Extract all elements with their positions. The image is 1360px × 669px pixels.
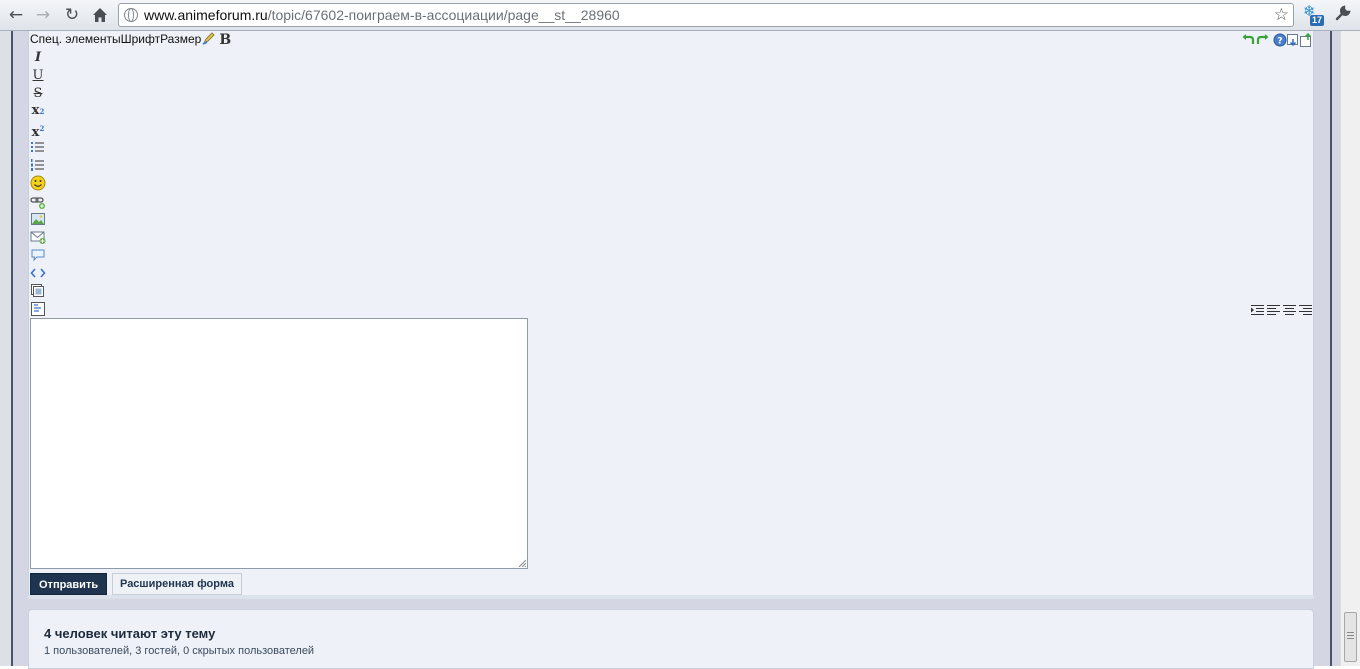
superscript-icon[interactable]: x2 — [30, 121, 46, 140]
reply-editor-panel: Спец. элементыШрифтРазмер B I U S x2 x2 — [28, 31, 1314, 595]
media-icon[interactable] — [30, 301, 46, 317]
indent-icon[interactable] — [1251, 303, 1264, 315]
scrollbar-thumb[interactable] — [1344, 612, 1357, 662]
strikethrough-icon[interactable]: S — [30, 86, 46, 102]
active-readers-summary: 1 пользователей, 3 гостей, 0 скрытых пол… — [44, 645, 315, 657]
emoticon-icon[interactable] — [30, 175, 46, 191]
address-bar[interactable]: www.animeforum.ru/topic/67602-поиграем-в… — [118, 3, 1294, 27]
help-icon[interactable]: ? — [1273, 33, 1287, 47]
quote-icon[interactable] — [30, 247, 46, 263]
shrink-editor-icon[interactable] — [1286, 33, 1300, 47]
expand-editor-icon[interactable] — [1299, 32, 1313, 47]
numbered-list-icon[interactable] — [30, 157, 46, 173]
active-readers-box: 4 человек читают эту тему 1 пользователе… — [28, 609, 1314, 669]
vertical-scrollbar[interactable] — [1340, 31, 1360, 666]
align-center-icon[interactable] — [1283, 303, 1296, 315]
svg-text:?: ? — [1277, 37, 1282, 47]
image-icon[interactable] — [30, 211, 46, 227]
email-icon[interactable] — [30, 229, 46, 245]
align-left-icon[interactable] — [1267, 303, 1280, 315]
page-left-strip — [0, 31, 11, 666]
send-button[interactable]: Отправить — [30, 573, 108, 595]
subscript-icon[interactable]: x2 — [30, 103, 46, 119]
bold-icon[interactable]: B — [219, 32, 231, 48]
bookmark-star-icon[interactable]: ☆ — [1274, 5, 1289, 25]
url-text: www.animeforum.ru/topic/67602-поиграем-в… — [144, 7, 620, 23]
undo-icon[interactable] — [1241, 33, 1255, 47]
size-menu[interactable]: Размер — [160, 31, 201, 47]
home-icon[interactable] — [89, 4, 111, 26]
url-host: www.animeforum.ru — [144, 7, 268, 23]
alignment-toolbar — [1251, 303, 1313, 317]
color-pen-icon[interactable] — [202, 31, 216, 45]
globe-icon — [124, 8, 138, 22]
page-left-border — [11, 31, 13, 666]
bullet-list-icon[interactable] — [30, 139, 46, 155]
resize-grip-icon[interactable] — [518, 559, 526, 567]
page-background: Спец. элементыШрифтРазмер B I U S x2 x2 — [0, 31, 1360, 669]
page-right-border — [1330, 31, 1332, 666]
reload-icon[interactable]: ↻ — [61, 4, 83, 26]
editor-top-row: Спец. элементыШрифтРазмер B — [30, 31, 231, 48]
editor-right-toolbar: ? — [1241, 32, 1313, 49]
redo-icon[interactable] — [1256, 33, 1270, 47]
browser-toolbar: ← → ↻ www.animeforum.ru/topic/67602-поиг… — [0, 0, 1360, 31]
editor-panel-footer — [28, 595, 1314, 599]
italic-icon[interactable]: I — [30, 50, 46, 66]
forward-arrow-icon[interactable]: → — [32, 4, 54, 26]
wrench-icon[interactable] — [1334, 4, 1352, 27]
font-menu[interactable]: Шрифт — [121, 31, 160, 47]
active-readers-title: 4 человек читают эту тему — [44, 626, 216, 641]
back-arrow-icon[interactable]: ← — [5, 4, 27, 26]
spoiler-icon[interactable] — [30, 283, 46, 299]
url-path: /topic/67602-поиграем-в-ассоциации/page_… — [267, 7, 620, 23]
special-elements-menu[interactable]: Спец. элементы — [30, 31, 121, 47]
underline-icon[interactable]: U — [30, 68, 46, 84]
advanced-form-button[interactable]: Расширенная форма — [112, 573, 242, 595]
link-icon[interactable] — [30, 194, 46, 210]
align-right-icon[interactable] — [1299, 303, 1312, 315]
reply-textarea[interactable] — [30, 318, 528, 569]
extension-button[interactable]: ❄ 17 — [1303, 2, 1327, 28]
scrollbar-grip — [1347, 632, 1354, 633]
code-icon[interactable] — [30, 265, 46, 281]
extension-badge: 17 — [1310, 15, 1325, 26]
